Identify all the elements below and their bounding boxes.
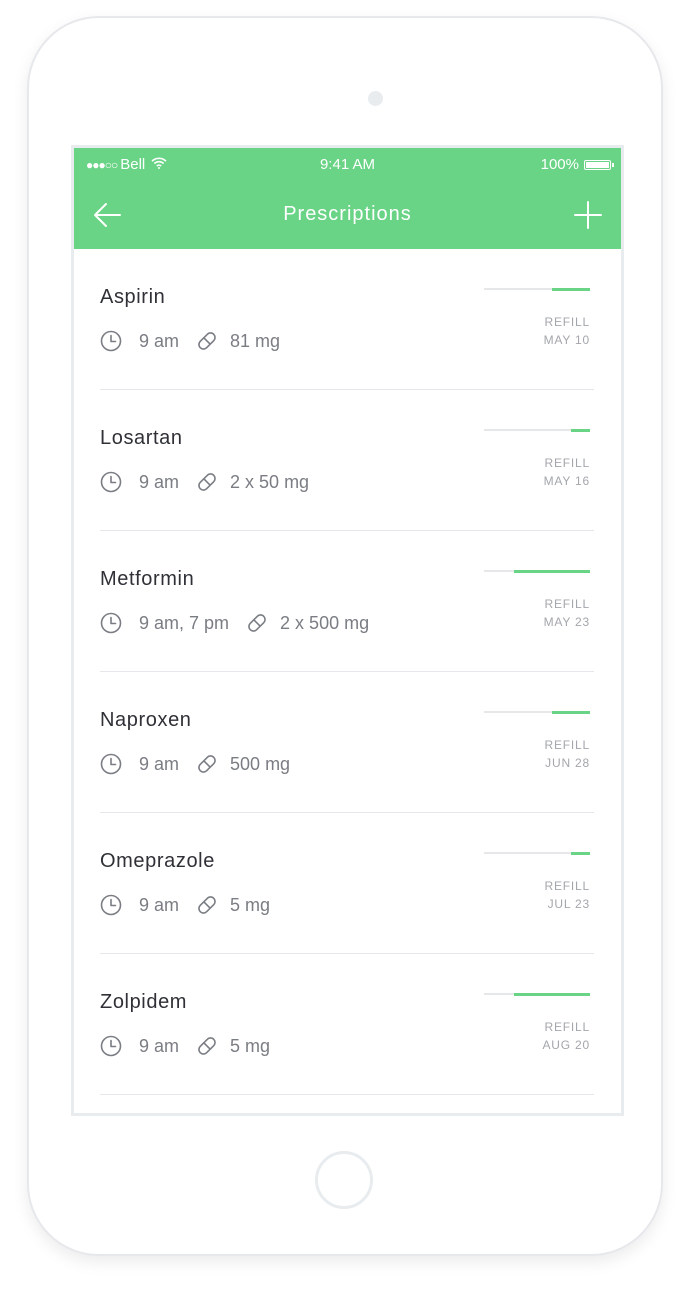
plus-icon (574, 201, 602, 229)
refill-info: REFILL AUG 20 (543, 1018, 591, 1054)
refill-label: REFILL (544, 738, 590, 752)
prescription-row[interactable]: Zolpidem 9 am 5 mg REFILL AUG 20 (100, 954, 594, 1095)
status-bar: ●●●○○ Bell 9:41 AM 100% (74, 148, 621, 178)
dosage-info: 9 am, 7 pm 2 x 500 mg (100, 612, 369, 634)
refill-progress-fill (551, 287, 590, 291)
dosage-info: 9 am 81 mg (100, 330, 280, 352)
clock-icon (100, 471, 122, 493)
refill-progress-fill (570, 428, 590, 432)
refill-date: MAY 10 (543, 333, 590, 347)
nav-bar: Prescriptions (74, 188, 621, 244)
dose-amount: 5 mg (230, 1035, 271, 1056)
clock-icon (100, 330, 122, 352)
refill-info: REFILL MAY 16 (544, 454, 590, 490)
battery-status: 100% (540, 156, 614, 173)
clock-icon (100, 894, 122, 916)
refill-date: MAY 23 (543, 615, 590, 629)
medication-name: Naproxen (100, 709, 192, 731)
refill-progress-bar (484, 851, 590, 855)
medication-name: Aspirin (100, 286, 166, 308)
battery-percent: 100% (540, 156, 579, 173)
refill-label: REFILL (544, 456, 590, 470)
top-bar: ●●●○○ Bell 9:41 AM 100% Prescriptions (74, 148, 621, 249)
prescription-row[interactable]: Naproxen 9 am 500 mg REFILL JUN 28 (100, 672, 594, 813)
dose-time: 9 am, 7 pm (139, 612, 230, 633)
medication-name: Metformin (100, 568, 195, 590)
dose-amount: 81 mg (230, 330, 281, 351)
refill-progress-fill (570, 851, 590, 855)
pill-icon (196, 753, 218, 775)
dosage-info: 9 am 2 x 50 mg (100, 471, 309, 493)
app-screen: ●●●○○ Bell 9:41 AM 100% Prescriptions As… (71, 145, 624, 1116)
refill-label: REFILL (544, 597, 590, 611)
refill-progress-fill (513, 992, 590, 996)
status-time: 9:41 AM (319, 156, 376, 173)
medication-name: Losartan (100, 427, 183, 449)
refill-progress-bar (484, 287, 590, 291)
dose-time: 9 am (139, 1035, 180, 1056)
page-title: Prescriptions (283, 203, 412, 225)
prescription-row[interactable]: Metformin 9 am, 7 pm 2 x 500 mg REFILL MAY 2… (100, 531, 594, 672)
dose-time: 9 am (139, 753, 180, 774)
dosage-info: 9 am 500 mg (100, 753, 290, 775)
dose-amount: 2 x 500 mg (280, 612, 370, 633)
battery-icon (584, 159, 614, 170)
pill-icon (246, 612, 268, 634)
pill-icon (196, 1035, 218, 1057)
dose-time: 9 am (139, 330, 180, 351)
dose-time: 9 am (139, 894, 180, 915)
pill-icon (196, 330, 218, 352)
prescription-row[interactable]: Aspirin 9 am 81 mg REFILL MAY 10 (100, 249, 594, 390)
refill-progress-fill (551, 710, 590, 714)
dosage-info: 9 am 5 mg (100, 1035, 270, 1057)
dose-amount: 500 mg (230, 753, 291, 774)
refill-date: AUG 20 (542, 1038, 590, 1052)
pill-icon (196, 894, 218, 916)
medication-name: Zolpidem (100, 991, 188, 1013)
refill-progress-bar (484, 428, 590, 432)
dose-amount: 5 mg (230, 894, 271, 915)
medication-name: Omeprazole (100, 850, 215, 872)
prescription-row[interactable]: Losartan 9 am 2 x 50 mg REFILL MAY 16 (100, 390, 594, 531)
dosage-info: 9 am 5 mg (100, 894, 270, 916)
refill-progress-fill (513, 569, 590, 573)
dose-amount: 2 x 50 mg (230, 471, 310, 492)
refill-label: REFILL (544, 1020, 590, 1034)
refill-date: JUL 23 (547, 897, 590, 911)
refill-progress-bar (484, 710, 590, 714)
refill-progress-bar (484, 569, 590, 573)
refill-date: MAY 16 (543, 474, 590, 488)
prescription-row[interactable]: Omeprazole 9 am 5 mg REFILL JUL 23 (100, 813, 594, 954)
clock-icon (100, 753, 122, 775)
clock-icon (100, 612, 122, 634)
home-button[interactable] (315, 1151, 373, 1209)
pill-icon (196, 471, 218, 493)
refill-info: REFILL JUL 23 (545, 877, 590, 913)
add-prescription-button[interactable] (573, 200, 603, 230)
dose-time: 9 am (139, 471, 180, 492)
refill-label: REFILL (544, 879, 590, 893)
refill-info: REFILL JUN 28 (545, 736, 590, 772)
refill-info: REFILL MAY 10 (544, 313, 590, 349)
refill-date: JUN 28 (545, 756, 590, 770)
clock-icon (100, 1035, 122, 1057)
camera (368, 91, 383, 106)
refill-label: REFILL (544, 315, 590, 329)
refill-progress-bar (484, 992, 590, 996)
refill-info: REFILL MAY 23 (544, 595, 590, 631)
